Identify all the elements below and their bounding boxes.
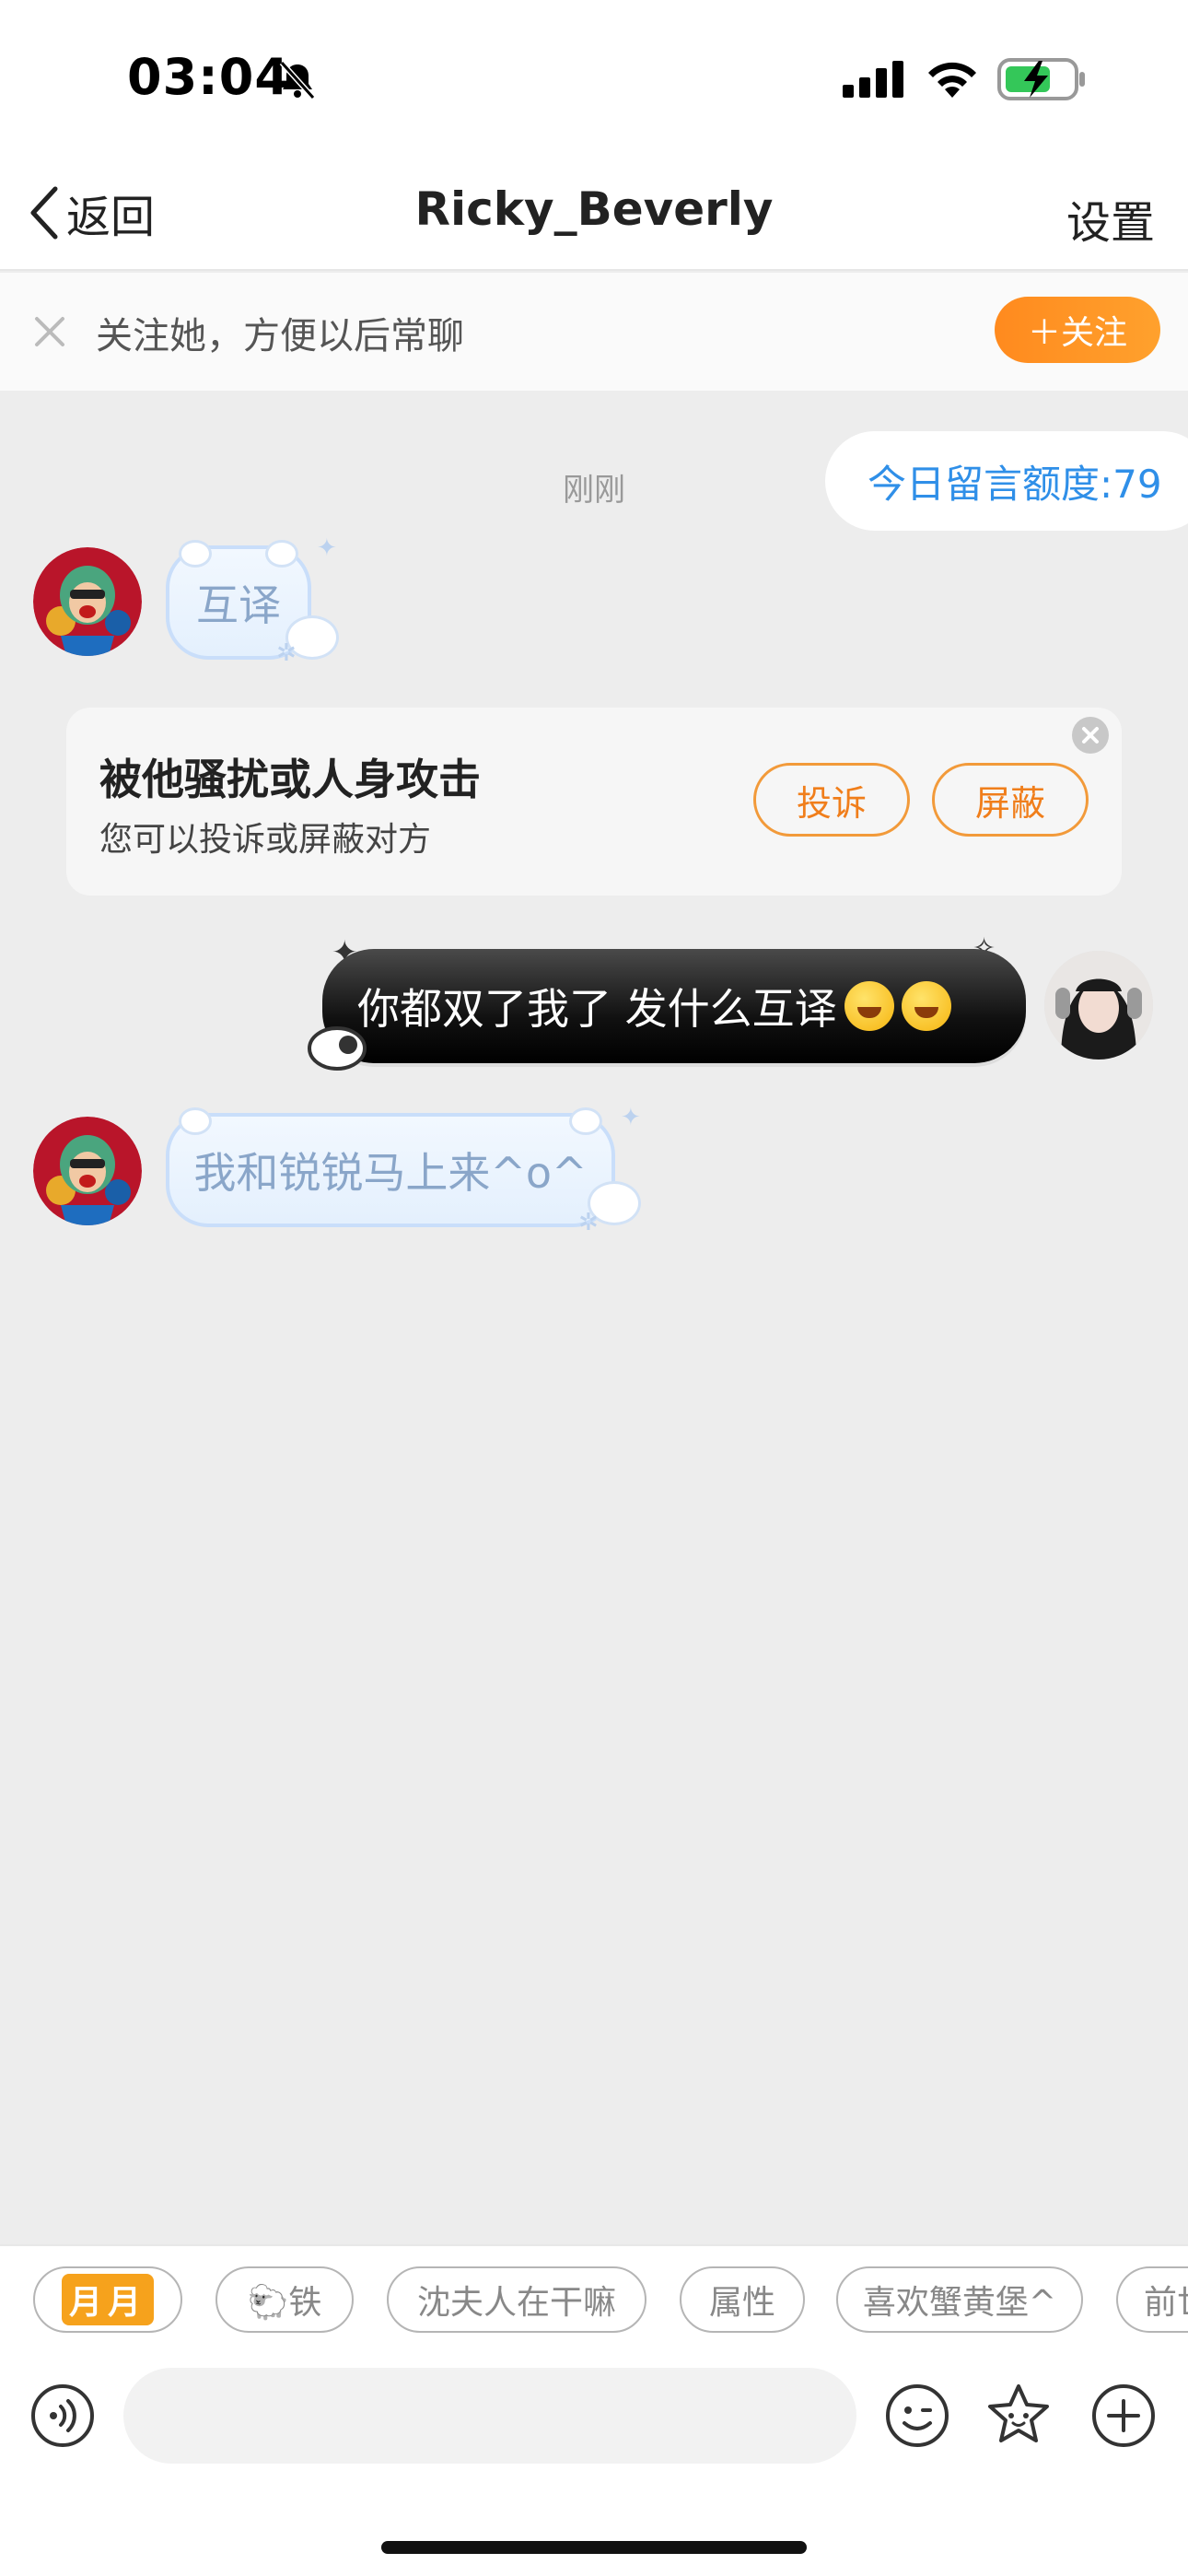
quick-reply-label: 属性	[708, 2284, 775, 2322]
avatar[interactable]	[33, 1117, 142, 1225]
report-card-title: 被他骚扰或人身攻击	[99, 755, 481, 804]
follow-prompt-bar: 关注她，方便以后常聊 ＋关注	[0, 273, 1188, 391]
sparkle-icon: ✲	[276, 639, 297, 667]
status-time: 03:04	[127, 48, 290, 106]
quick-reply-chip[interactable]: 前世	[1116, 2266, 1188, 2333]
quick-reply-label: 🐑铁	[247, 2284, 322, 2322]
rofl-emoji-icon	[844, 981, 894, 1031]
plus-icon[interactable]	[1090, 2383, 1157, 2449]
follow-prompt-text: 关注她，方便以后常聊	[96, 315, 464, 357]
report-card: 被他骚扰或人身攻击 您可以投诉或屏蔽对方 投诉 屏蔽	[66, 708, 1122, 896]
quick-reply-label: 沈夫人在干嘛	[416, 2284, 616, 2322]
voice-icon[interactable]	[29, 2383, 96, 2449]
page-title: Ricky_Beverly	[414, 182, 774, 236]
chat-screen: 03:04 返回 Ricky_Beverly 设置 关注她，方便以后常聊 ＋关注…	[0, 0, 1188, 2576]
status-bar: 03:04	[0, 0, 1188, 157]
message-quota-badge: 今日留言额度:79	[825, 431, 1188, 531]
report-card-subtitle: 您可以投诉或屏蔽对方	[99, 821, 432, 859]
contact-avatar-image	[33, 547, 142, 656]
complain-button[interactable]: 投诉	[753, 763, 910, 837]
contact-avatar-image	[33, 1117, 142, 1225]
sticker-star-icon[interactable]	[984, 2381, 1054, 2451]
cat-sticker-icon	[308, 1026, 367, 1071]
message-input[interactable]	[123, 2368, 856, 2464]
rofl-emoji-icon	[901, 981, 951, 1031]
quick-reply-chip[interactable]: 喜欢蟹黄堡^	[836, 2266, 1083, 2333]
avatar[interactable]	[33, 547, 142, 656]
user-avatar-image	[1044, 951, 1153, 1060]
follow-button[interactable]: ＋关注	[995, 297, 1160, 363]
nav-bar: 返回 Ricky_Beverly 设置	[0, 157, 1188, 271]
silent-bell-icon	[279, 60, 316, 100]
block-button[interactable]: 屏蔽	[932, 763, 1089, 837]
sparkle-icon: ✦	[621, 1104, 641, 1131]
quick-reply-label: 喜欢蟹黄堡^	[862, 2284, 1057, 2322]
sparkle-icon: ✲	[578, 1209, 599, 1236]
message-bubble-received[interactable]: 我和锐锐马上来^o^	[166, 1107, 615, 1227]
quick-reply-chip[interactable]: 月月	[33, 2266, 182, 2333]
avatar[interactable]	[1044, 951, 1153, 1060]
message-bubble-sent[interactable]: 你都双了我了 发什么互译	[322, 949, 1026, 1063]
settings-button[interactable]: 设置	[1066, 186, 1155, 251]
close-icon[interactable]	[29, 311, 70, 352]
quick-reply-label: 前世	[1144, 2284, 1188, 2322]
battery-charging-icon	[997, 58, 1085, 100]
message-text: 我和锐锐马上来^o^	[193, 1148, 588, 1198]
emoji-icon[interactable]	[884, 2383, 950, 2449]
quick-reply-chip[interactable]: 🐑铁	[215, 2266, 354, 2333]
sparkle-icon: ✦	[317, 534, 337, 562]
quick-reply-chip[interactable]: 沈夫人在干嘛	[387, 2266, 646, 2333]
quick-reply-label: 月月	[61, 2274, 154, 2325]
quick-reply-bar: 月月 🐑铁 沈夫人在干嘛 属性 喜欢蟹黄堡^ 前世	[0, 2244, 1188, 2355]
card-close-icon[interactable]	[1072, 717, 1109, 754]
home-indicator	[381, 2541, 807, 2554]
quick-reply-chip[interactable]: 属性	[680, 2266, 805, 2333]
cellular-signal-icon	[843, 61, 903, 98]
message-text: 你都双了我了 发什么互译	[357, 984, 837, 1034]
message-text: 互译	[196, 580, 281, 630]
wifi-icon	[928, 62, 976, 98]
